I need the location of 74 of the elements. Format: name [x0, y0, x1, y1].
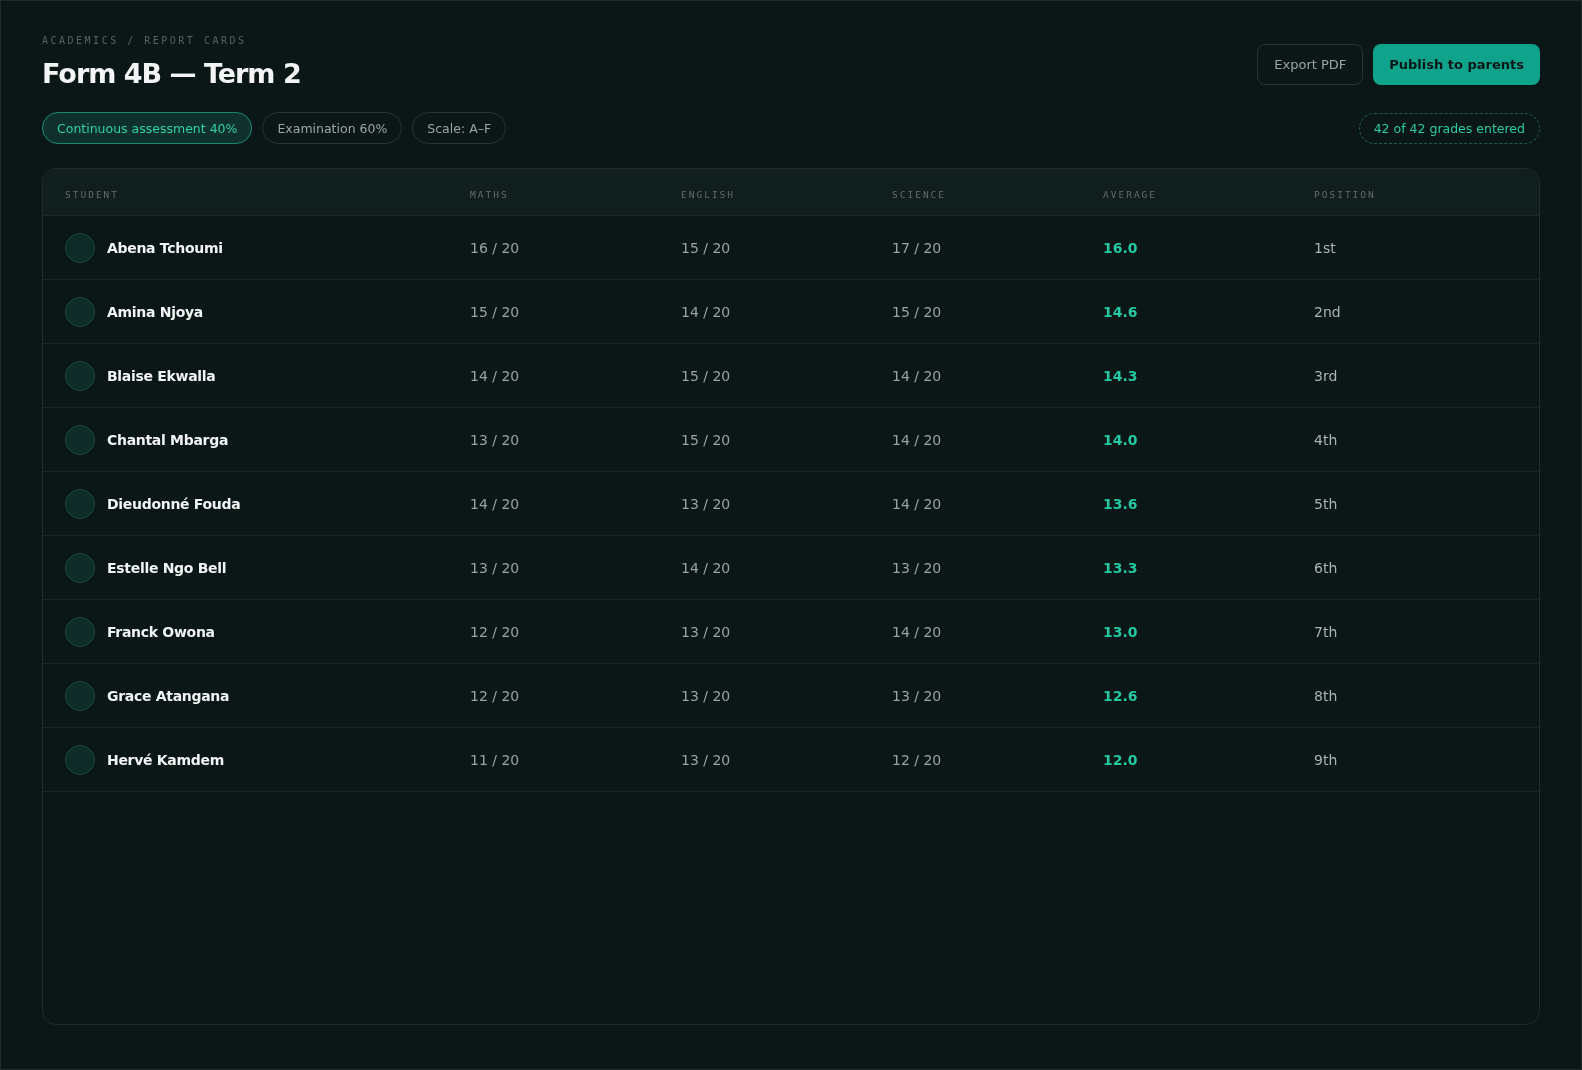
column-header: SCIENCE	[892, 188, 947, 200]
average-cell: 14.0	[1103, 432, 1138, 448]
publish-button[interactable]: Publish to parents	[1373, 44, 1540, 85]
student-name: Blaise Ekwalla	[107, 367, 216, 384]
table-cell: 15 / 20	[681, 432, 731, 448]
table-cell: 15 / 20	[681, 240, 731, 256]
avatar-icon	[65, 360, 95, 391]
export-button[interactable]: Export PDF	[1257, 44, 1364, 85]
avatar-icon	[65, 232, 95, 263]
position-cell: 3rd	[1314, 368, 1338, 384]
table-cell: 12 / 20	[470, 688, 520, 704]
student-name: Amina Njoya	[107, 303, 203, 320]
avatar-icon	[65, 616, 95, 647]
table-cell: 14 / 20	[470, 368, 520, 384]
average-cell: 14.3	[1103, 368, 1138, 384]
table-cell: 12 / 20	[892, 752, 942, 768]
table-cell: 15 / 20	[681, 368, 731, 384]
average-cell: 13.3	[1103, 560, 1138, 576]
avatar-icon	[65, 744, 95, 775]
student-name: Hervé Kamdem	[107, 751, 224, 768]
student-name: Abena Tchoumi	[107, 239, 223, 256]
position-cell: 1st	[1314, 240, 1336, 256]
avatar-icon	[65, 424, 95, 455]
table-cell: 13 / 20	[470, 560, 520, 576]
student-name: Chantal Mbarga	[107, 431, 229, 448]
student-name: Franck Owona	[107, 623, 215, 640]
column-header: ENGLISH	[681, 188, 736, 200]
column-header: POSITION	[1314, 188, 1376, 200]
table-cell: 13 / 20	[681, 624, 731, 640]
table-cell: 13 / 20	[681, 688, 731, 704]
table-cell: 16 / 20	[470, 240, 520, 256]
table-cell: 13 / 20	[681, 752, 731, 768]
column-header: STUDENT	[65, 188, 120, 200]
average-cell: 12.6	[1103, 688, 1138, 704]
position-cell: 9th	[1314, 752, 1338, 768]
table-cell: 14 / 20	[892, 496, 942, 512]
avatar-icon	[65, 296, 95, 327]
position-cell: 4th	[1314, 432, 1338, 448]
table-cell: 13 / 20	[681, 496, 731, 512]
position-cell: 2nd	[1314, 304, 1341, 320]
position-cell: 7th	[1314, 624, 1338, 640]
position-cell: 6th	[1314, 560, 1338, 576]
student-name: Dieudonné Fouda	[107, 495, 241, 512]
column-header: AVERAGE	[1103, 188, 1158, 200]
average-cell: 12.0	[1103, 752, 1138, 768]
average-cell: 14.6	[1103, 304, 1138, 320]
table-cell: 15 / 20	[892, 304, 942, 320]
table-cell: 14 / 20	[892, 432, 942, 448]
table-cell: 11 / 20	[470, 752, 520, 768]
table-cell: 14 / 20	[681, 560, 731, 576]
table-cell: 14 / 20	[470, 496, 520, 512]
avatar-icon	[65, 552, 95, 583]
position-cell: 8th	[1314, 688, 1338, 704]
table-cell: 13 / 20	[892, 688, 942, 704]
table-cell: 14 / 20	[892, 368, 942, 384]
table-cell: 13 / 20	[892, 560, 942, 576]
column-header: MATHS	[470, 188, 509, 200]
avatar-icon	[65, 488, 95, 519]
average-cell: 13.6	[1103, 496, 1138, 512]
table-cell: 15 / 20	[470, 304, 520, 320]
avatar-icon	[65, 680, 95, 711]
average-cell: 13.0	[1103, 624, 1138, 640]
student-name: Estelle Ngo Bell	[107, 559, 227, 576]
table-cell: 13 / 20	[470, 432, 520, 448]
table-cell: 14 / 20	[681, 304, 731, 320]
filter-chip[interactable]: Continuous assessment 40%	[42, 112, 253, 144]
breadcrumb: ACADEMICS / REPORT CARDS	[42, 35, 248, 46]
table-cell: 14 / 20	[892, 624, 942, 640]
average-cell: 16.0	[1103, 240, 1138, 256]
student-name: Grace Atangana	[107, 687, 230, 704]
table-cell: 17 / 20	[892, 240, 942, 256]
table-cell: 12 / 20	[470, 624, 520, 640]
position-cell: 5th	[1314, 496, 1338, 512]
page-title: Form 4B — Term 2	[42, 58, 301, 89]
